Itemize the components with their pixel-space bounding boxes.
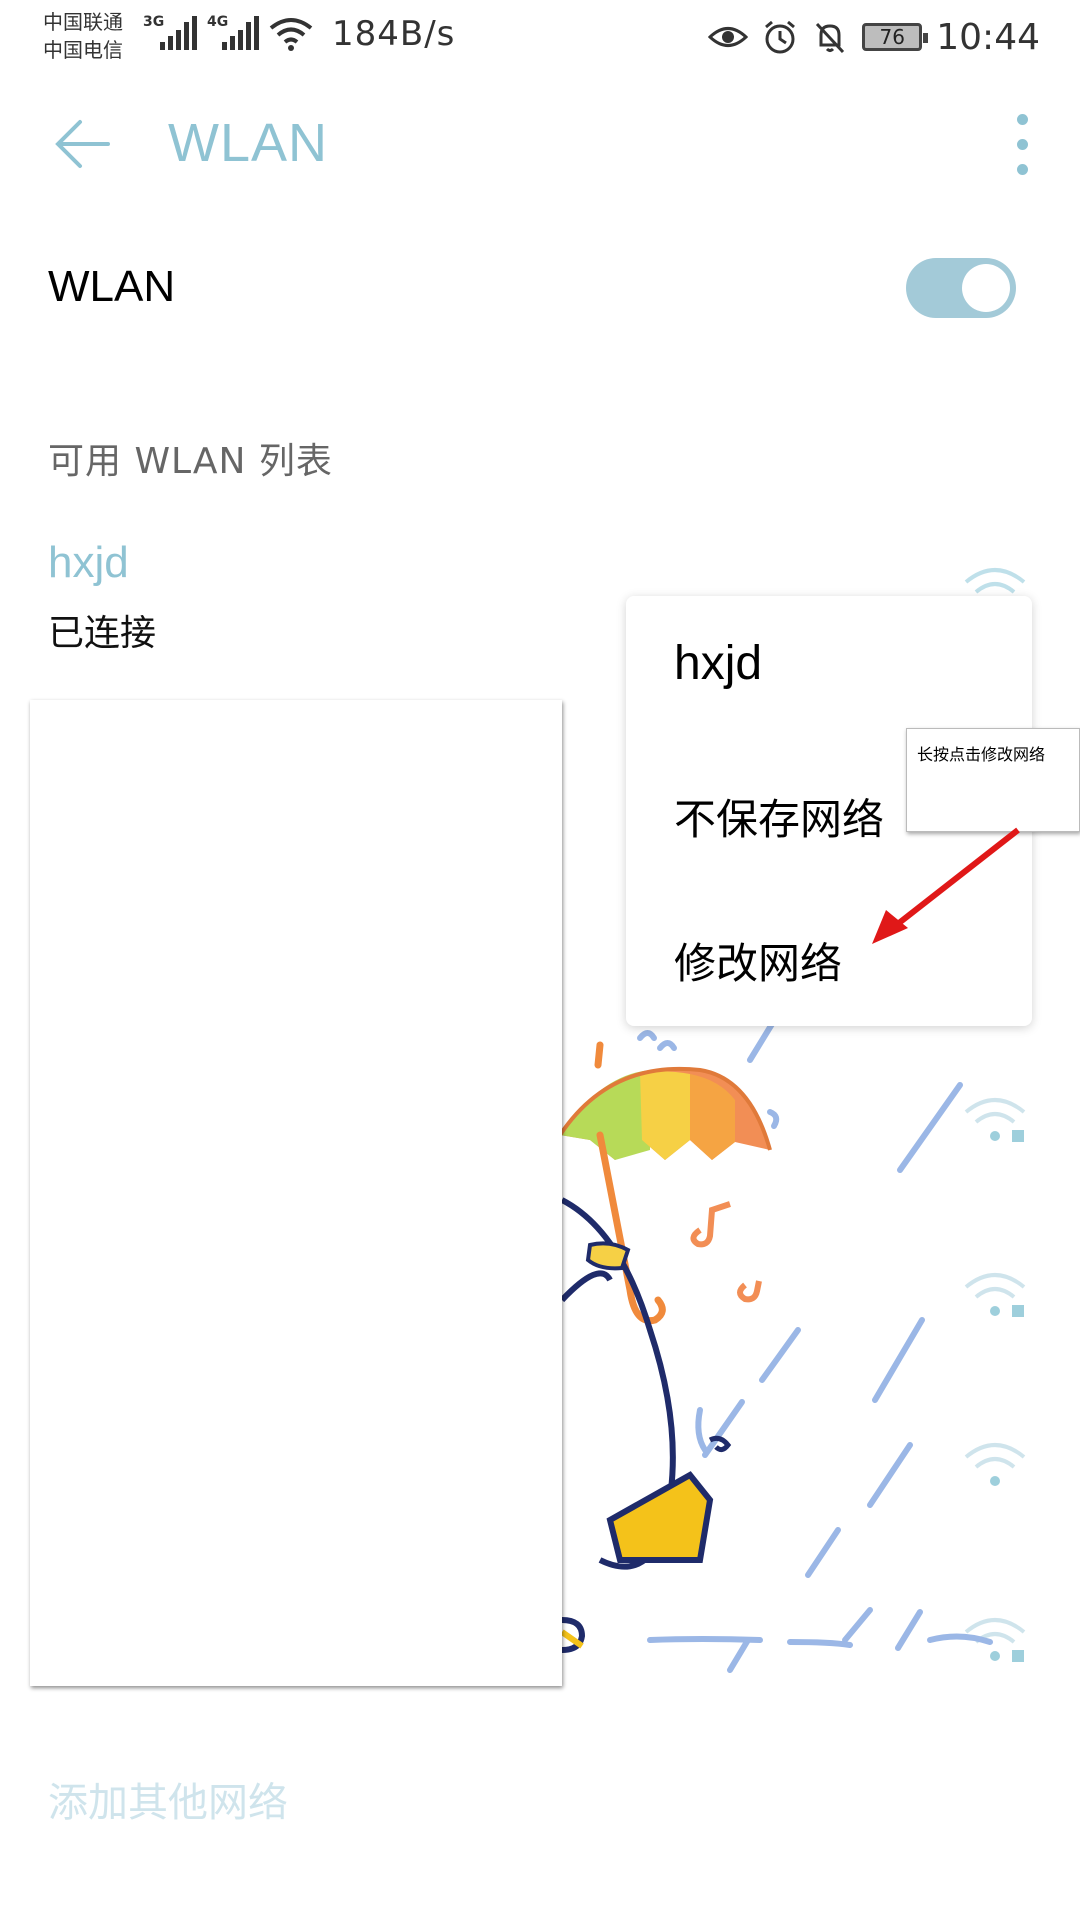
carrier-2: 中国电信 [43,38,123,62]
context-menu-title: hxjd [674,637,763,690]
add-other-network[interactable]: 添加其他网络 [48,1770,288,1828]
mute-bell-icon [816,22,845,54]
modify-network-option[interactable]: 修改网络 [674,930,842,991]
section-title: 可用 WLAN 列表 [48,441,333,482]
wifi-locked-icon[interactable] [960,1090,1030,1150]
app-bar: WLAN [0,90,1080,200]
connected-network-status: 已连接 [48,613,157,654]
wifi-locked-icon[interactable] [960,1265,1030,1325]
status-bar: 中国联通 中国电信 3G 4G 184B/s 76 10:44 [0,0,1080,80]
instruction-callout: 长按点击修改网络 [906,728,1080,832]
obscuring-panel [30,700,562,1686]
wifi-open-icon[interactable] [960,1435,1030,1495]
red-arrow-annotation [872,827,1020,944]
carrier-1: 中国联通 [43,10,123,34]
signal-icon [160,14,200,50]
wlan-switch[interactable] [906,258,1016,318]
battery-icon: 76 [862,23,929,51]
network-speed: 184B/s [332,14,456,54]
wifi-locked-icon[interactable] [960,1610,1030,1670]
more-options-icon[interactable] [1012,114,1032,176]
wifi-status-icon [269,18,313,51]
carrier-labels: 中国联通 中国电信 [43,8,123,64]
eye-icon [708,27,749,47]
alarm-icon [765,20,796,54]
callout-text: 长按点击修改网络 [917,745,1046,764]
wlan-toggle-row: WLAN [0,250,1080,330]
connected-network-name[interactable]: hxjd [48,538,129,588]
clock: 10:44 [936,16,1040,58]
signal-icon [222,14,262,50]
status-right: 76 10:44 [708,12,1040,62]
battery-level: 76 [879,25,905,49]
back-arrow-icon[interactable] [52,112,116,176]
wlan-toggle-label: WLAN [48,262,176,311]
page-title: WLAN [168,113,329,173]
